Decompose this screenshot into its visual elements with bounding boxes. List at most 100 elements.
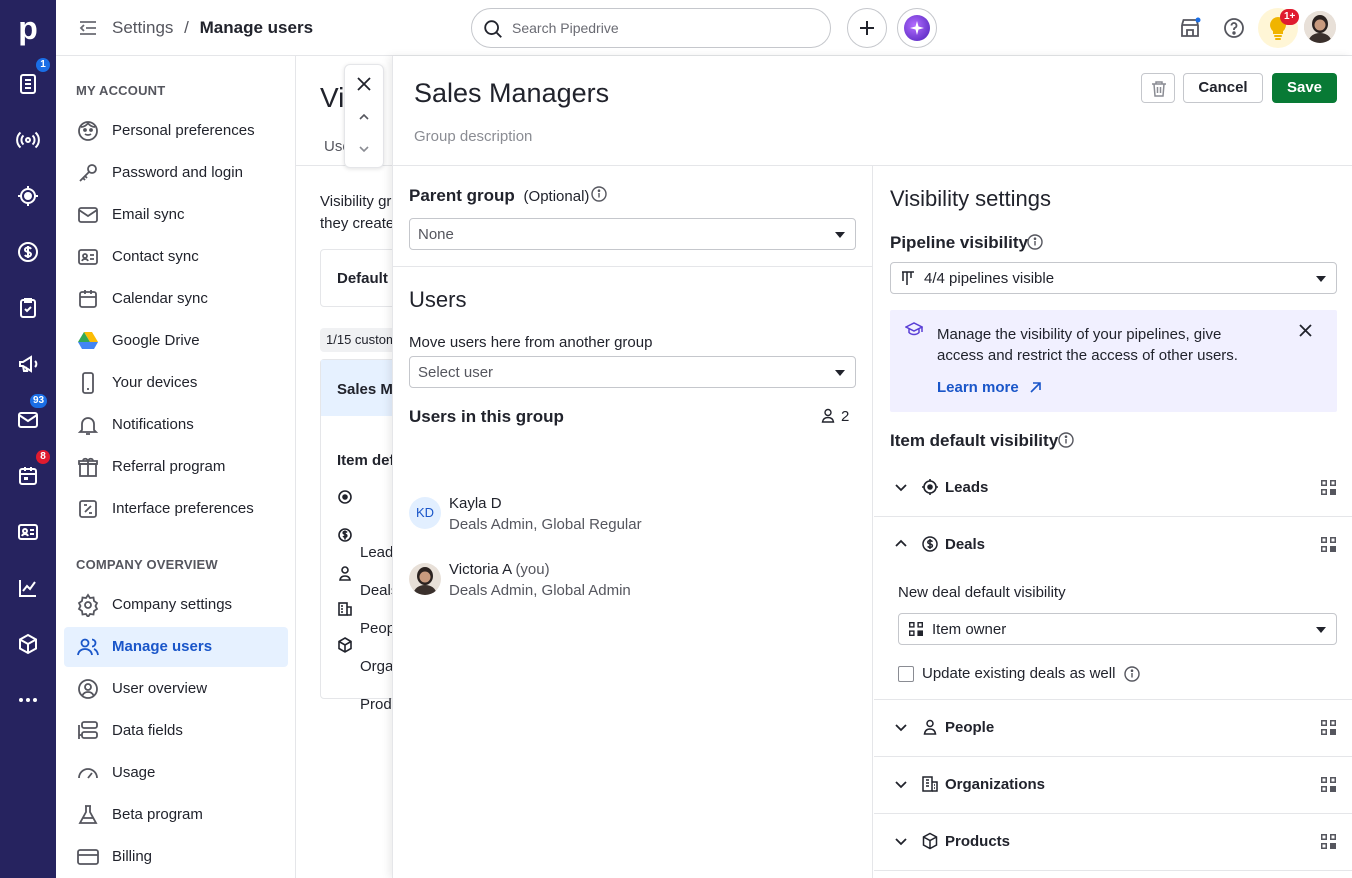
sidebar-item-billing[interactable]: Billing xyxy=(64,837,288,877)
search-input[interactable] xyxy=(512,17,812,39)
campaigns-icon[interactable] xyxy=(16,352,40,376)
sidebar-item-referral-program[interactable]: Referral program xyxy=(64,447,288,487)
banner-text: Manage the visibility of your pipelines,… xyxy=(937,324,1238,366)
app-rail: p 1 93 8 xyxy=(0,0,56,878)
dollar-icon[interactable] xyxy=(16,240,40,264)
quick-add-button[interactable] xyxy=(847,8,887,48)
visibility-row-organizations[interactable]: Organizations xyxy=(874,757,1352,814)
insights-chart-icon[interactable] xyxy=(16,576,40,600)
update-existing-checkbox[interactable] xyxy=(898,666,914,682)
pipedrive-logo[interactable]: p xyxy=(14,12,42,44)
visibility-row-people[interactable]: People xyxy=(874,700,1352,757)
sidebar-item-password-login[interactable]: Password and login xyxy=(64,153,288,193)
sidebar-item-personal-preferences[interactable]: Personal preferences xyxy=(64,111,288,151)
visibility-row-label: Leads xyxy=(945,479,989,496)
person-icon xyxy=(821,408,835,423)
target-icon[interactable] xyxy=(16,184,40,208)
save-button[interactable]: Save xyxy=(1272,73,1337,103)
select-user-dropdown[interactable]: Select user xyxy=(409,356,856,388)
data-fields-icon xyxy=(76,719,100,743)
visibility-row-leads[interactable]: Leads xyxy=(874,460,1352,517)
new-deal-visibility-select[interactable]: Item owner xyxy=(898,613,1337,645)
parent-group-select[interactable]: None xyxy=(409,218,856,250)
grid-icon xyxy=(1321,480,1336,495)
row-label: Orga xyxy=(360,658,394,675)
contacts-card-icon[interactable] xyxy=(16,520,40,544)
group-name-input[interactable]: Sales Managers xyxy=(414,78,609,109)
users-count: 2 xyxy=(821,408,849,425)
description-line: they create xyxy=(320,215,395,232)
deals-icon[interactable] xyxy=(16,72,40,96)
more-icon[interactable] xyxy=(16,688,40,712)
banner-text-line: access and restrict the access of other … xyxy=(937,347,1238,364)
sidebar-item-contact-sync[interactable]: Contact sync xyxy=(64,237,288,277)
bg-row-icons xyxy=(338,490,352,653)
page-description: Visibility gr they create xyxy=(320,191,400,235)
sidebar-item-manage-users[interactable]: Manage users xyxy=(64,627,288,667)
envelope-icon xyxy=(76,203,100,227)
update-existing-label[interactable]: Update existing deals as well xyxy=(922,665,1115,682)
row-label: Prod xyxy=(360,696,392,713)
caret-down-icon xyxy=(835,370,845,376)
close-icon[interactable] xyxy=(1299,324,1312,337)
user-avatar[interactable] xyxy=(1304,11,1336,43)
sidebar-label: Password and login xyxy=(112,164,243,181)
chevron-down-icon[interactable] xyxy=(358,143,370,155)
search-box[interactable] xyxy=(471,8,831,48)
custom-groups-count: 1/15 custom xyxy=(320,328,403,352)
close-icon[interactable] xyxy=(356,76,372,92)
sidebar-item-your-devices[interactable]: Your devices xyxy=(64,363,288,403)
grid-icon xyxy=(1321,834,1336,849)
sidebar-item-interface-preferences[interactable]: Interface preferences xyxy=(64,489,288,529)
chevron-up-icon[interactable] xyxy=(358,111,370,123)
info-icon[interactable] xyxy=(1124,666,1140,682)
help-icon[interactable] xyxy=(1222,16,1246,40)
user-roles: Deals Admin, Global Regular xyxy=(449,516,642,533)
tasks-icon[interactable] xyxy=(16,296,40,320)
info-icon[interactable] xyxy=(591,186,607,202)
section-my-account: MY ACCOUNT xyxy=(76,83,166,98)
learn-more-link[interactable]: Learn more xyxy=(937,379,1042,396)
gauge-icon xyxy=(76,761,100,785)
select-user-placeholder: Select user xyxy=(418,364,494,381)
leads-broadcast-icon[interactable] xyxy=(16,128,40,152)
user-name-text: Kayla D xyxy=(449,495,502,512)
pipeline-info-banner: Manage the visibility of your pipelines,… xyxy=(890,310,1337,412)
mail-icon[interactable] xyxy=(16,408,40,432)
sidebar-item-google-drive[interactable]: Google Drive xyxy=(64,321,288,361)
cancel-button[interactable]: Cancel xyxy=(1183,73,1263,103)
sidebar-item-data-fields[interactable]: Data fields xyxy=(64,711,288,751)
list-item: Victoria A (you) Deals Admin, Global Adm… xyxy=(409,561,849,611)
group-description-input[interactable]: Group description xyxy=(414,128,532,145)
sidebar-item-company-settings[interactable]: Company settings xyxy=(64,585,288,625)
collapse-menu-icon[interactable] xyxy=(78,18,98,38)
sidebar-item-user-overview[interactable]: User overview xyxy=(64,669,288,709)
graduation-cap-icon xyxy=(905,322,923,336)
parent-group-label: Parent group (Optional) xyxy=(409,186,589,206)
sidebar-item-beta-program[interactable]: Beta program xyxy=(64,795,288,835)
sidebar-item-usage[interactable]: Usage xyxy=(64,753,288,793)
drawer-left-column: Parent group (Optional) None Users Move … xyxy=(393,166,873,878)
visibility-row-products[interactable]: Products xyxy=(874,814,1352,871)
person-icon xyxy=(921,718,939,736)
products-box-icon[interactable] xyxy=(16,632,40,656)
chevron-down-icon xyxy=(894,777,908,791)
ai-sparkle-icon xyxy=(904,15,930,41)
visibility-row-label[interactable]: Deals xyxy=(945,536,985,553)
sidebar-item-notifications[interactable]: Notifications xyxy=(64,405,288,445)
marketplace-icon[interactable] xyxy=(1178,16,1202,40)
ai-assistant-button[interactable] xyxy=(897,8,937,48)
breadcrumb-settings[interactable]: Settings xyxy=(112,18,173,37)
delete-group-button[interactable] xyxy=(1141,73,1175,103)
parent-group-value: None xyxy=(418,226,454,243)
bg-row-products: Prod xyxy=(336,696,392,713)
sidebar-item-email-sync[interactable]: Email sync xyxy=(64,195,288,235)
chevron-down-icon xyxy=(894,480,908,494)
chevron-up-icon[interactable] xyxy=(894,537,908,551)
sidebar-item-calendar-sync[interactable]: Calendar sync xyxy=(64,279,288,319)
pipeline-visibility-select[interactable]: 4/4 pipelines visible xyxy=(890,262,1337,294)
trash-icon xyxy=(1152,81,1166,97)
info-icon[interactable] xyxy=(1027,234,1043,250)
info-icon[interactable] xyxy=(1058,432,1074,448)
calendar-icon[interactable] xyxy=(16,464,40,488)
